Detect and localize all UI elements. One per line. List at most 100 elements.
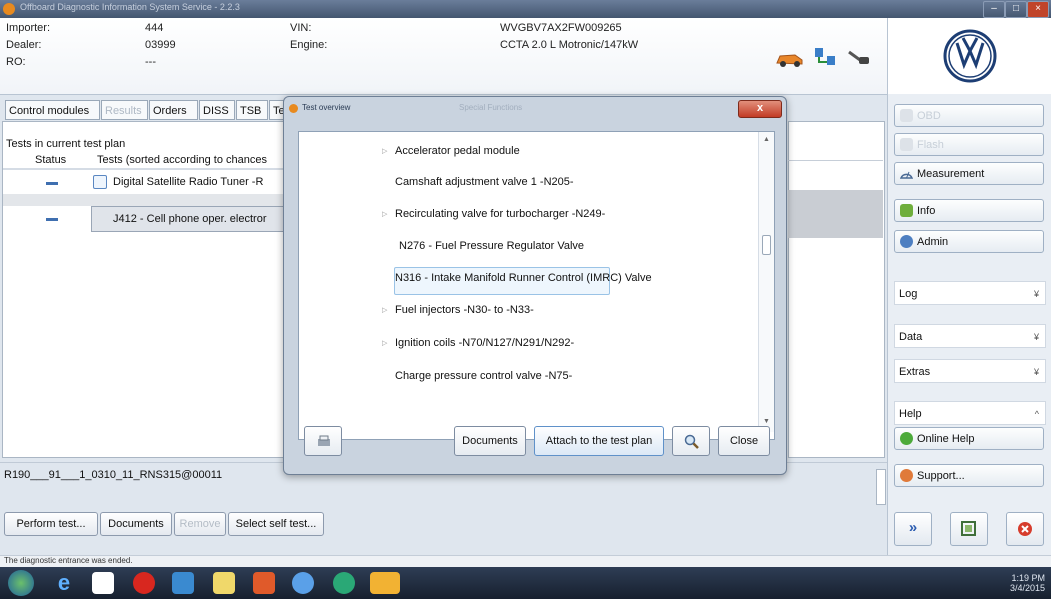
app-icon-orange[interactable]: [253, 572, 275, 594]
dialog-close-button[interactable]: Close: [718, 426, 770, 456]
info-label: Info: [917, 205, 936, 217]
select-self-test-button[interactable]: Select self test...: [228, 512, 324, 536]
bottom-scrollbar[interactable]: [876, 469, 886, 505]
expand-arrow-icon[interactable]: ▷: [382, 306, 387, 314]
tab-orders[interactable]: Orders: [149, 100, 198, 120]
expand-arrow-icon[interactable]: ▷: [382, 339, 387, 347]
list-scrollbar[interactable]: ▲ ▼: [758, 132, 774, 432]
admin-button[interactable]: Admin: [894, 230, 1044, 253]
dialog-documents-button[interactable]: Documents: [454, 426, 526, 456]
window-close-button[interactable]: ×: [1027, 1, 1049, 18]
importer-value: 444: [145, 22, 164, 34]
obd-label: OBD: [917, 110, 941, 122]
list-item[interactable]: Recirculating valve for turbocharger -N2…: [395, 208, 605, 220]
start-button-icon[interactable]: [8, 570, 34, 596]
perform-test-button[interactable]: Perform test...: [4, 512, 98, 536]
table-row[interactable]: J412 - Cell phone oper. electror: [3, 206, 303, 234]
measurement-icon: [900, 171, 913, 179]
status-column-header[interactable]: Status: [35, 154, 66, 166]
dealer-label: Dealer:: [6, 39, 42, 51]
list-item[interactable]: Accelerator pedal module: [395, 145, 520, 157]
list-item-selected[interactable]: N276 - Fuel Pressure Regulator Valve: [399, 240, 584, 252]
dialog-app-icon: [289, 104, 298, 113]
internet-explorer-icon[interactable]: e: [53, 572, 75, 594]
vehicle-info-header: Importer: 444 Dealer: 03999 RO: --- VIN:…: [0, 18, 887, 95]
row-checkbox[interactable]: [93, 175, 107, 189]
data-label: Data: [899, 331, 923, 343]
list-item[interactable]: Ignition coils -N70/N127/N291/N292-: [395, 337, 574, 349]
log-section[interactable]: Log ¥: [894, 281, 1046, 305]
status-indicator: [46, 182, 58, 185]
flash-button[interactable]: Flash: [894, 133, 1044, 156]
remove-button[interactable]: Remove: [174, 512, 226, 536]
engine-label: Engine:: [290, 39, 328, 51]
support-icon: [900, 469, 913, 482]
ecu-identifier: R190___91___1_0310_11_RNS315@00011: [4, 469, 223, 481]
exit-button[interactable]: [1006, 512, 1044, 546]
tab-control-modules[interactable]: Control modules: [5, 100, 100, 120]
test-overview-dialog: Test overview Special Functions x ▷ Acce…: [283, 96, 787, 475]
list-item[interactable]: Camshaft adjustment valve 1 -N205-: [395, 176, 574, 188]
chevron-down-icon: ¥: [1033, 289, 1039, 299]
tab-results[interactable]: Results: [101, 100, 148, 120]
documents-button[interactable]: Documents: [100, 512, 172, 536]
background-panel: [788, 121, 885, 458]
dialog-close-x-button[interactable]: x: [738, 100, 782, 118]
dialog-title: Test overview: [302, 103, 351, 112]
info-icon: [900, 204, 913, 217]
app-icon: [3, 3, 15, 15]
expand-arrow-icon[interactable]: ▷: [382, 210, 387, 218]
info-button[interactable]: Info: [894, 199, 1044, 222]
forward-icon[interactable]: »: [894, 512, 932, 546]
obd-button[interactable]: OBD: [894, 104, 1044, 127]
data-section[interactable]: Data ¥: [894, 324, 1046, 348]
online-help-button[interactable]: Online Help: [894, 427, 1044, 450]
app-icon-green[interactable]: [333, 572, 355, 594]
print-button[interactable]: [304, 426, 342, 456]
scroll-up-icon[interactable]: ▲: [763, 136, 770, 143]
folder-icon[interactable]: [213, 572, 235, 594]
background-divider: [788, 160, 883, 161]
browser-icon[interactable]: [292, 572, 314, 594]
clock-time: 1:19 PM: [1011, 573, 1045, 583]
status-text: The diagnostic entrance was ended.: [4, 556, 133, 565]
behind-window-title: Special Functions: [459, 103, 523, 112]
opera-icon[interactable]: [133, 572, 155, 594]
list-item[interactable]: N316 - Intake Manifold Runner Control (I…: [395, 272, 652, 284]
chevron-down-icon: ¥: [1033, 332, 1039, 342]
dealer-value: 03999: [145, 39, 176, 51]
maximize-button[interactable]: □: [1005, 1, 1027, 18]
test-plan-panel: Tests in current test plan Status Tests …: [2, 121, 304, 458]
clock-date: 3/4/2015: [1009, 583, 1045, 593]
mail-icon[interactable]: [92, 572, 114, 594]
minimize-button[interactable]: –: [983, 1, 1005, 18]
odis-taskbar-icon[interactable]: [370, 572, 400, 594]
window-title-bar: Offboard Diagnostic Information System S…: [0, 0, 1051, 18]
flash-label: Flash: [917, 139, 944, 151]
tests-column-header[interactable]: Tests (sorted according to chances: [97, 154, 267, 166]
test-overview-list: ▷ Accelerator pedal module Camshaft adju…: [298, 131, 775, 440]
measurement-button[interactable]: Measurement: [894, 162, 1044, 185]
measurement-label: Measurement: [917, 168, 985, 180]
list-item[interactable]: Fuel injectors -N30- to -N33-: [395, 304, 534, 316]
extras-section[interactable]: Extras ¥: [894, 359, 1046, 383]
list-item[interactable]: Charge pressure control valve -N75-: [395, 370, 572, 382]
system-tray-clock[interactable]: 1:19 PM 3/4/2015: [1010, 573, 1045, 593]
admin-label: Admin: [917, 236, 949, 248]
attach-to-test-plan-button[interactable]: Attach to the test plan: [534, 426, 664, 456]
app-icon-blue[interactable]: [172, 572, 194, 594]
windows-taskbar: e 1:19 PM 3/4/2015: [0, 567, 1051, 599]
network-icon: [815, 48, 835, 65]
screenshot-button[interactable]: [950, 512, 988, 546]
search-button[interactable]: [672, 426, 710, 456]
obd-icon: [900, 109, 913, 122]
tab-tsb[interactable]: TSB: [236, 100, 268, 120]
scroll-down-icon[interactable]: ▼: [763, 418, 770, 425]
expand-arrow-icon[interactable]: ▷: [382, 147, 387, 155]
scroll-thumb[interactable]: [762, 235, 771, 255]
help-section[interactable]: Help ^: [894, 401, 1046, 425]
tab-diss[interactable]: DISS: [199, 100, 235, 120]
support-button[interactable]: Support...: [894, 464, 1044, 487]
ro-value: ---: [145, 56, 156, 68]
table-row[interactable]: Digital Satellite Radio Tuner -R: [3, 170, 303, 194]
